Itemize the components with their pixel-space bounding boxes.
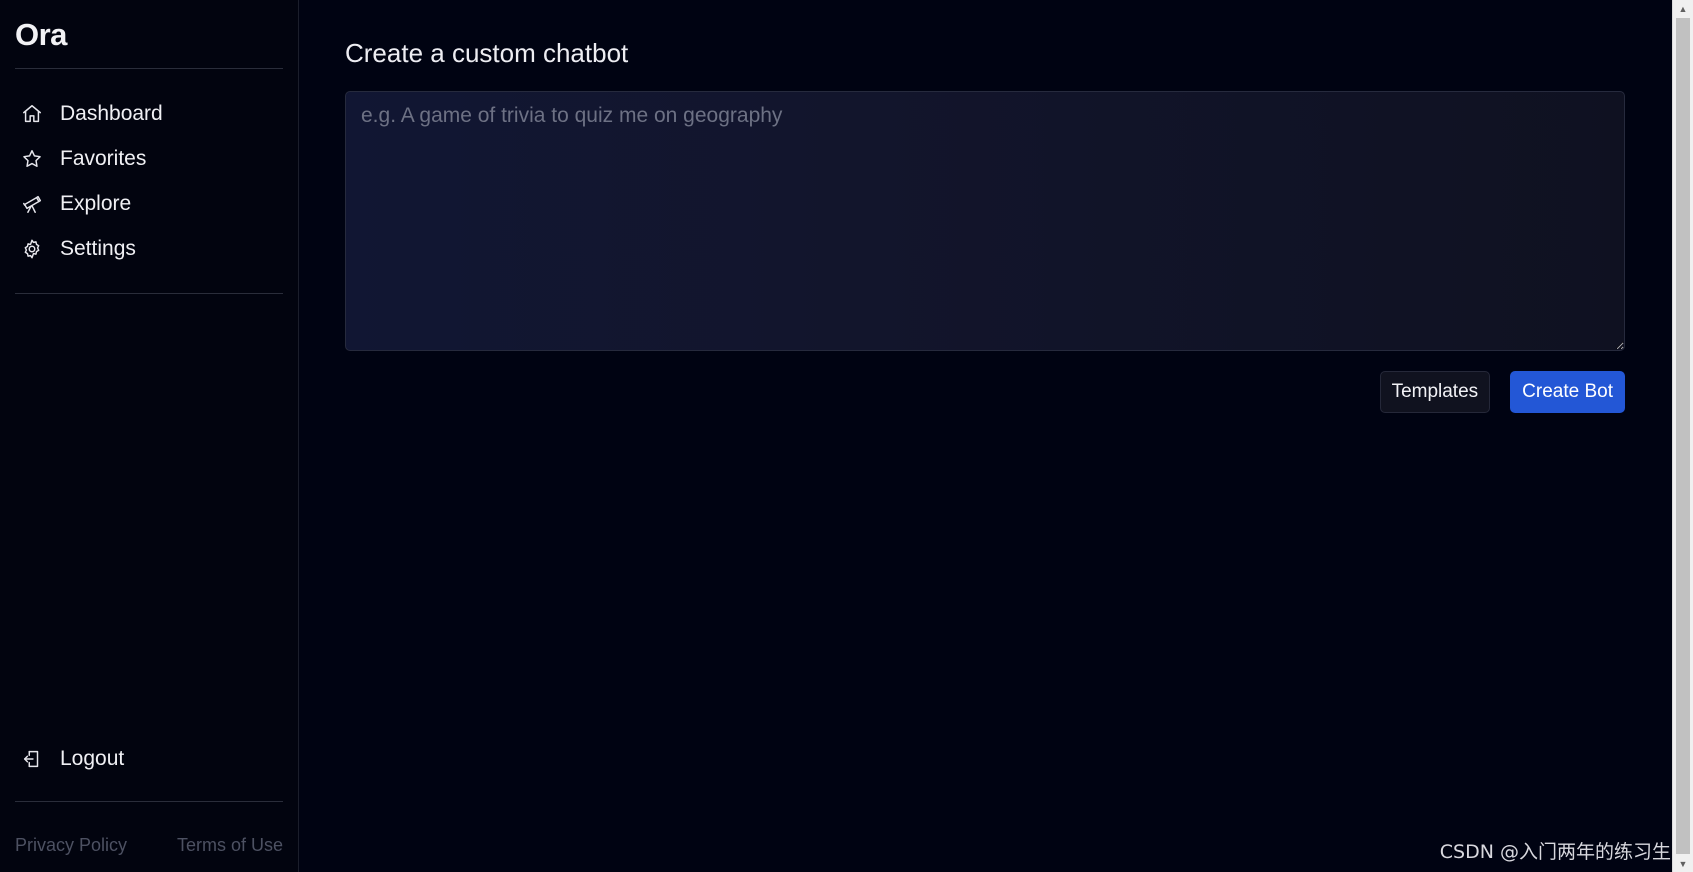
sidebar: Ora Dashboard Favorites Explore Settings…	[0, 0, 299, 872]
vertical-scrollbar[interactable]: ▲ ▼	[1672, 0, 1693, 872]
telescope-icon	[20, 192, 44, 216]
gear-icon	[20, 237, 44, 261]
sidebar-item-label: Favorites	[60, 146, 147, 170]
sidebar-item-label: Dashboard	[60, 101, 163, 125]
sidebar-item-label: Explore	[60, 191, 132, 215]
home-icon	[20, 102, 44, 126]
logout-icon	[20, 747, 44, 771]
sidebar-item-favorites[interactable]: Favorites	[0, 136, 298, 181]
logout-label: Logout	[60, 746, 125, 770]
create-bot-button[interactable]: Create Bot	[1510, 371, 1625, 413]
main-content: Create a custom chatbot Templates Create…	[299, 0, 1693, 872]
footer-links: Privacy Policy Terms of Use	[0, 802, 298, 872]
prompt-actions: Templates Create Bot	[345, 371, 1625, 413]
sidebar-item-explore[interactable]: Explore	[0, 181, 298, 226]
sidebar-item-dashboard[interactable]: Dashboard	[0, 91, 298, 136]
page-title: Create a custom chatbot	[345, 38, 629, 68]
privacy-policy-link[interactable]: Privacy Policy	[15, 835, 127, 872]
scroll-up-arrow-icon[interactable]: ▲	[1673, 0, 1693, 17]
chatbot-prompt-input[interactable]	[345, 91, 1625, 351]
sidebar-item-label: Settings	[60, 236, 136, 260]
scroll-thumb[interactable]	[1676, 18, 1690, 854]
terms-of-use-link[interactable]: Terms of Use	[177, 835, 283, 872]
sidebar-item-settings[interactable]: Settings	[0, 226, 298, 271]
templates-button[interactable]: Templates	[1379, 371, 1491, 413]
app-window: Ora Dashboard Favorites Explore Settings…	[0, 0, 1693, 872]
logout-section: Logout	[0, 736, 298, 801]
watermark-text: CSDN @入门两年的练习生	[1439, 841, 1671, 863]
scroll-down-arrow-icon[interactable]: ▼	[1673, 855, 1693, 872]
sidebar-nav: Dashboard Favorites Explore Settings	[0, 69, 298, 293]
star-icon	[20, 147, 44, 171]
brand-logo[interactable]: Ora	[0, 0, 298, 68]
logout-button[interactable]: Logout	[0, 736, 298, 781]
